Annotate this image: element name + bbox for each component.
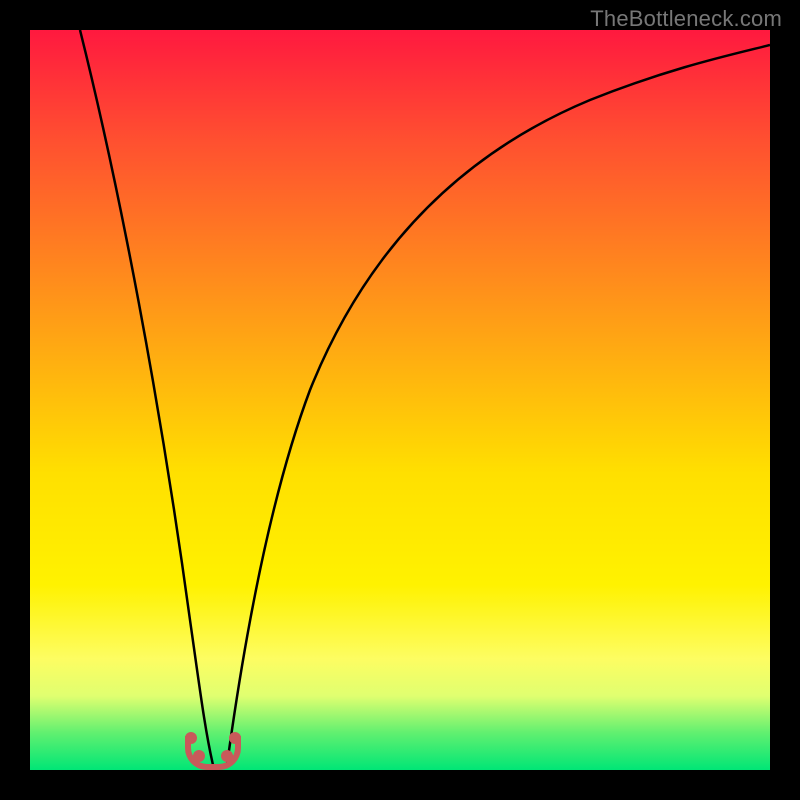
- watermark-text: TheBottleneck.com: [590, 6, 782, 32]
- curve-svg: [30, 30, 770, 770]
- chart-frame: [30, 30, 770, 770]
- dip-dot: [229, 732, 241, 744]
- dip-dot: [193, 750, 205, 762]
- curve-right: [227, 45, 770, 765]
- dip-highlight: [185, 736, 241, 770]
- dip-dot: [221, 750, 233, 762]
- dip-dot: [185, 732, 197, 744]
- curve-left: [80, 30, 213, 765]
